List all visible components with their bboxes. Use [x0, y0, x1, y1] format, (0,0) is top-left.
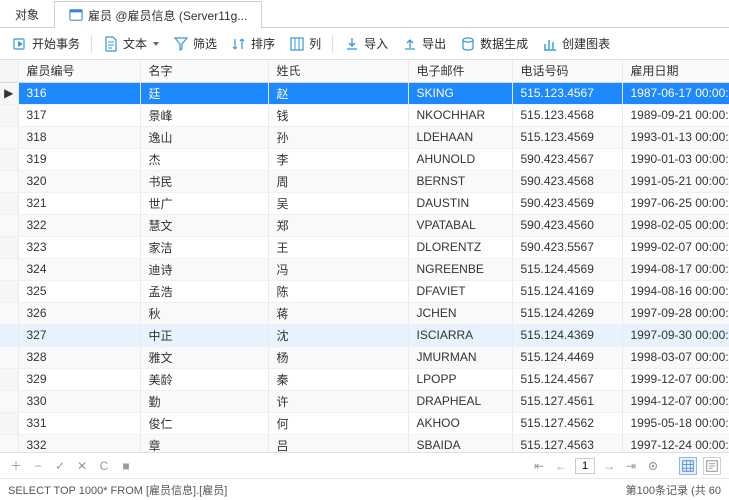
- last-page-button[interactable]: ⇥: [623, 458, 639, 474]
- chart-icon: [542, 36, 558, 52]
- row-marker[interactable]: [0, 434, 18, 452]
- query-text: SELECT TOP 1000* FROM [雇员信息].[雇员]: [8, 482, 227, 498]
- table-row[interactable]: 329美龄秦LPOPP515.124.45671999-12-07 00:00:…: [0, 368, 729, 390]
- next-page-button[interactable]: →: [601, 458, 617, 474]
- row-marker[interactable]: [0, 104, 18, 126]
- commit-button[interactable]: ✓: [52, 458, 68, 474]
- data-grid[interactable]: 雇员编号 名字 姓氏 电子邮件 电话号码 雇用日期 ▶316廷赵SKING515…: [0, 60, 729, 452]
- sort-button[interactable]: 排序: [225, 32, 281, 55]
- settings-icon[interactable]: [645, 458, 661, 474]
- col-ph[interactable]: 电话号码: [512, 60, 622, 82]
- table-row[interactable]: 322慧文郑VPATABAL590.423.45601998-02-05 00:…: [0, 214, 729, 236]
- table-row[interactable]: 318逸山孙LDEHAAN515.123.45691993-01-13 00:0…: [0, 126, 729, 148]
- col-hd[interactable]: 雇用日期: [622, 60, 729, 82]
- play-icon: [12, 36, 28, 52]
- col-id[interactable]: 雇员编号: [18, 60, 140, 82]
- grid-view-button[interactable]: [679, 457, 697, 475]
- table-row[interactable]: 324迪诗冯NGREENBE515.124.45691994-08-17 00:…: [0, 258, 729, 280]
- row-marker[interactable]: [0, 280, 18, 302]
- funnel-icon: [173, 36, 189, 52]
- prev-page-button[interactable]: ←: [553, 458, 569, 474]
- table-row[interactable]: 331俊仁何AKHOO515.127.45621995-05-18 00:00:…: [0, 412, 729, 434]
- row-marker[interactable]: [0, 214, 18, 236]
- record-count: 第100条记录 (共 60: [626, 482, 721, 498]
- row-marker[interactable]: [0, 346, 18, 368]
- toolbar: 开始事务 文本 筛选 排序 列 导入 导出 数据生成 创建图表: [0, 28, 729, 60]
- filter-button[interactable]: 筛选: [167, 32, 223, 55]
- row-marker[interactable]: ▶: [0, 82, 18, 104]
- database-icon: [460, 36, 476, 52]
- add-row-button[interactable]: ＋: [8, 458, 24, 474]
- row-marker[interactable]: [0, 236, 18, 258]
- table-row[interactable]: 332章吕SBAIDA515.127.45631997-12-24 00:00:…: [0, 434, 729, 452]
- tab-employees[interactable]: 雇员 @雇员信息 (Server11g...: [54, 1, 262, 28]
- row-marker[interactable]: [0, 192, 18, 214]
- form-view-button[interactable]: [703, 457, 721, 475]
- table-row[interactable]: 323家洁王DLORENTZ590.423.55671999-02-07 00:…: [0, 236, 729, 258]
- document-icon: [103, 36, 119, 52]
- page-input[interactable]: [575, 458, 595, 474]
- chart-button[interactable]: 创建图表: [536, 32, 616, 55]
- table-icon: [69, 8, 83, 22]
- cancel-button[interactable]: ✕: [74, 458, 90, 474]
- header-row: 雇员编号 名字 姓氏 电子邮件 电话号码 雇用日期: [0, 60, 729, 82]
- col-ln[interactable]: 姓氏: [268, 60, 408, 82]
- row-marker[interactable]: [0, 390, 18, 412]
- row-marker[interactable]: [0, 148, 18, 170]
- grid-footer: ＋ − ✓ ✕ C ■ ⇤ ← → ⇥: [0, 452, 729, 478]
- columns-button[interactable]: 列: [283, 32, 327, 55]
- table-row[interactable]: 321世广吴DAUSTIN590.423.45691997-06-25 00:0…: [0, 192, 729, 214]
- table-row[interactable]: 317景峰钱NKOCHHAR515.123.45681989-09-21 00:…: [0, 104, 729, 126]
- refresh-button[interactable]: C: [96, 458, 112, 474]
- col-em[interactable]: 电子邮件: [408, 60, 512, 82]
- col-fn[interactable]: 名字: [140, 60, 268, 82]
- columns-icon: [289, 36, 305, 52]
- table-row[interactable]: 319杰李AHUNOLD590.423.45671990-01-03 00:00…: [0, 148, 729, 170]
- delete-row-button[interactable]: −: [30, 458, 46, 474]
- export-icon: [402, 36, 418, 52]
- row-marker[interactable]: [0, 126, 18, 148]
- first-page-button[interactable]: ⇤: [531, 458, 547, 474]
- export-button[interactable]: 导出: [396, 32, 452, 55]
- table-row[interactable]: 326秋蒋JCHEN515.124.42691997-09-28 00:00:0…: [0, 302, 729, 324]
- row-marker[interactable]: [0, 302, 18, 324]
- row-marker[interactable]: [0, 368, 18, 390]
- table-row[interactable]: 328雅文杨JMURMAN515.124.44691998-03-07 00:0…: [0, 346, 729, 368]
- begin-transaction-button[interactable]: 开始事务: [6, 32, 86, 55]
- row-marker[interactable]: [0, 412, 18, 434]
- stop-button[interactable]: ■: [118, 458, 134, 474]
- table-row[interactable]: 330勤许DRAPHEAL515.127.45611994-12-07 00:0…: [0, 390, 729, 412]
- row-marker[interactable]: [0, 324, 18, 346]
- chevron-down-icon: [153, 42, 159, 46]
- status-bar: SELECT TOP 1000* FROM [雇员信息].[雇员] 第100条记…: [0, 478, 729, 500]
- table-row[interactable]: 327中正沈ISCIARRA515.124.43691997-09-30 00:…: [0, 324, 729, 346]
- tab-bar: 对象 雇员 @雇员信息 (Server11g...: [0, 0, 729, 28]
- row-marker[interactable]: [0, 170, 18, 192]
- tab-objects[interactable]: 对象: [0, 0, 54, 27]
- table-row[interactable]: ▶316廷赵SKING515.123.45671987-06-17 00:00:…: [0, 82, 729, 104]
- datagen-button[interactable]: 数据生成: [454, 32, 534, 55]
- table-row[interactable]: 325孟浩陈DFAVIET515.124.41691994-08-16 00:0…: [0, 280, 729, 302]
- text-button[interactable]: 文本: [97, 32, 165, 55]
- import-icon: [344, 36, 360, 52]
- rowmark-header: [0, 60, 18, 82]
- row-marker[interactable]: [0, 258, 18, 280]
- table-row[interactable]: 320书民周BERNST590.423.45681991-05-21 00:00…: [0, 170, 729, 192]
- sort-icon: [231, 36, 247, 52]
- import-button[interactable]: 导入: [338, 32, 394, 55]
